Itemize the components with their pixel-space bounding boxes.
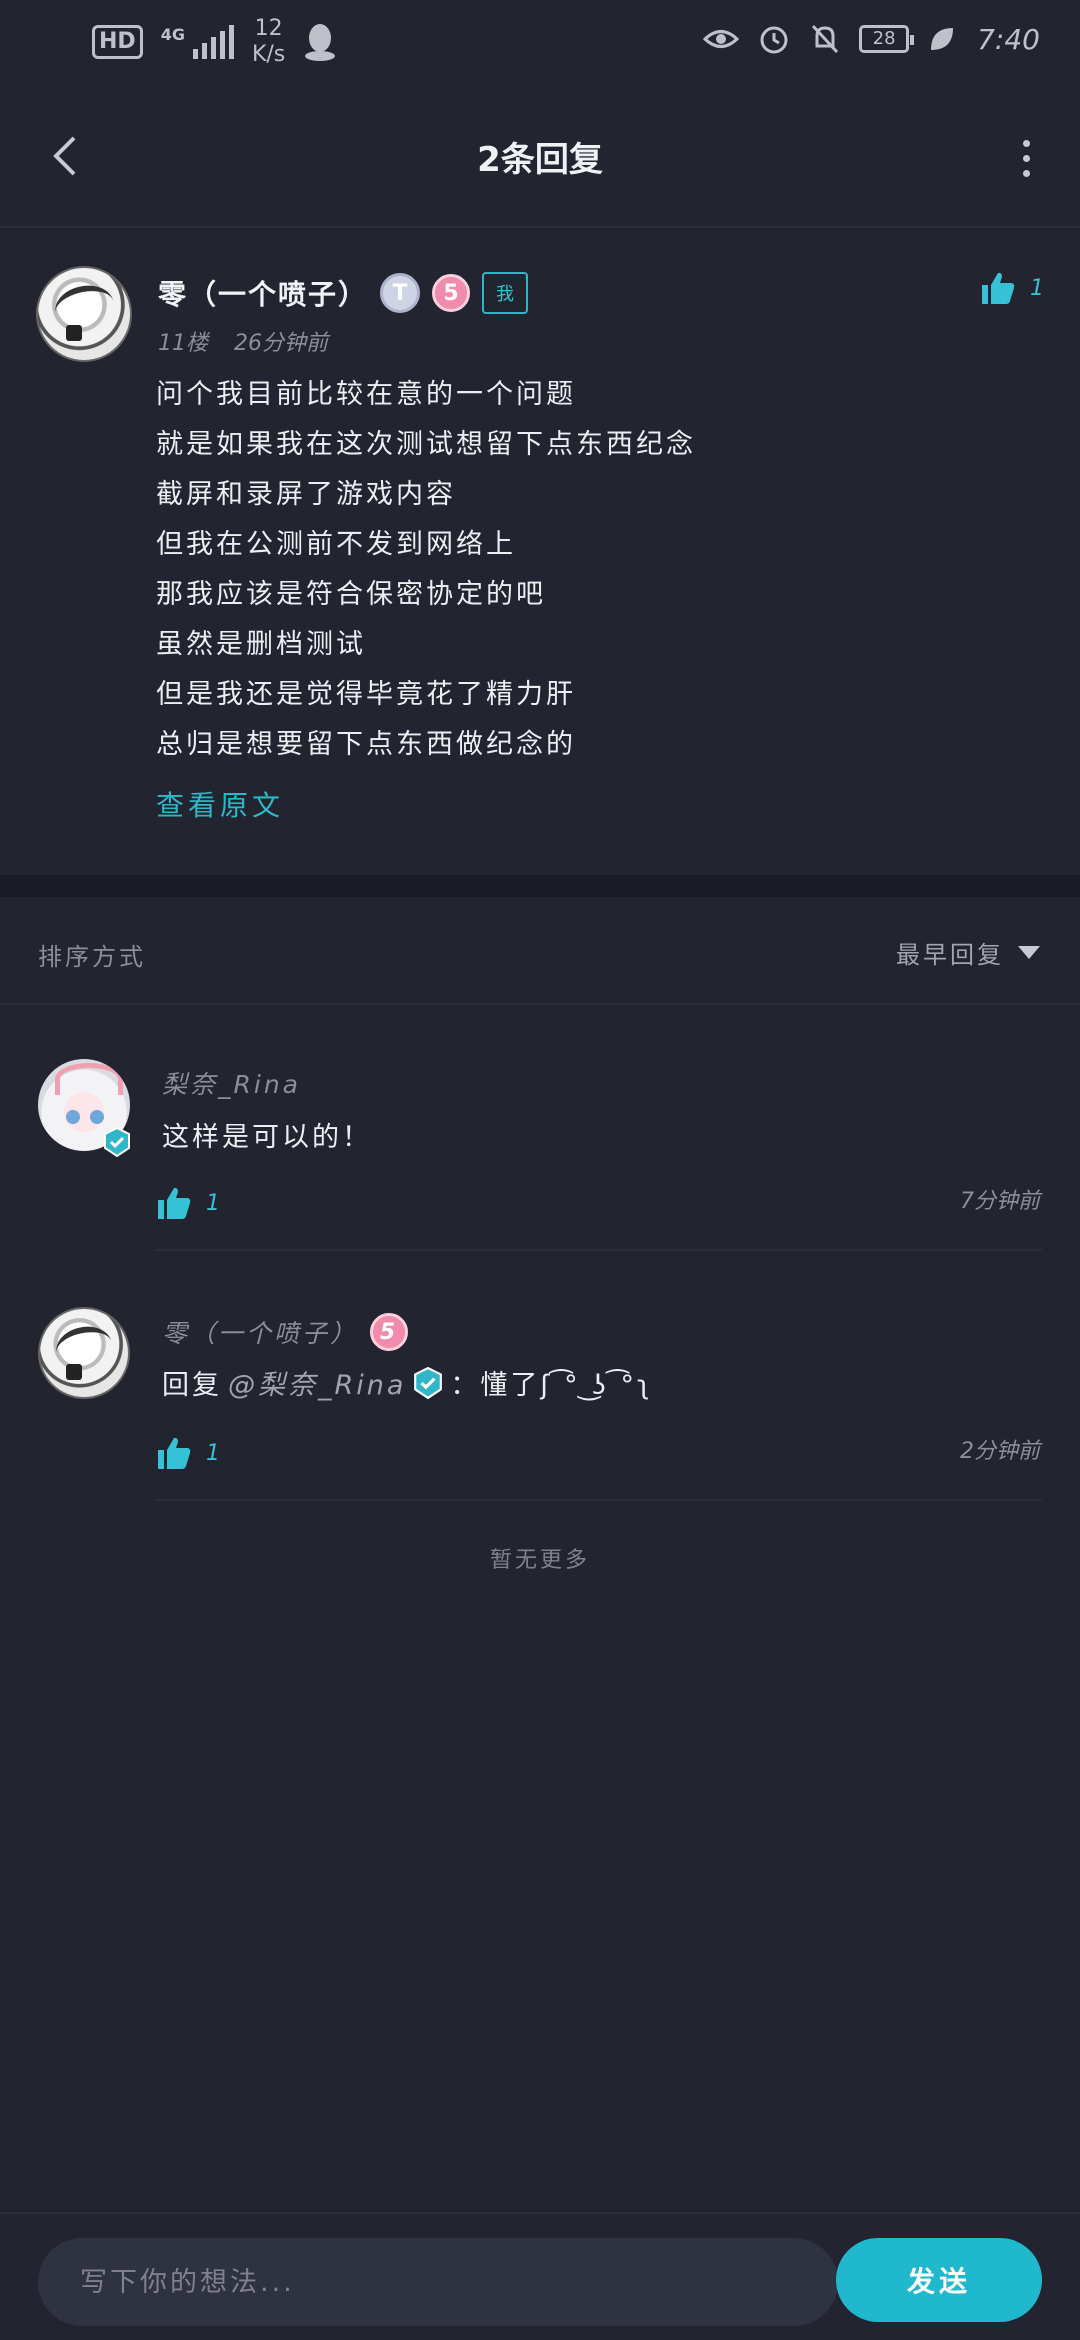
speed-value: 12 <box>254 16 283 41</box>
reply-like-button[interactable]: 1 <box>156 1185 220 1221</box>
post-line: 问个我目前比较在意的一个问题 <box>156 379 576 410</box>
reply-prefix: 回复 <box>162 1370 222 1401</box>
eye-icon <box>703 30 740 48</box>
post-line: 虽然是删档测试 <box>156 629 366 660</box>
caret-down-icon <box>1018 946 1040 959</box>
leaf-icon <box>931 28 954 50</box>
send-button[interactable]: 发送 <box>836 2238 1042 2322</box>
sort-bar: 排序方式 最早回复 <box>0 897 1080 1005</box>
reply-text: 这样是可以的！ <box>162 1115 372 1154</box>
status-bar: HD 4G 12 K/s 28 7:40 <box>0 0 1080 88</box>
more-options-button[interactable] <box>996 128 1056 188</box>
thumbs-up-icon <box>156 1435 192 1471</box>
level-badge-icon: 5 <box>432 274 471 312</box>
network-speed: 12 K/s <box>252 16 285 68</box>
page-title: 2条回复 <box>477 140 603 180</box>
me-badge: 我 <box>482 272 529 314</box>
reply-username-text: 零（一个喷子） <box>162 1319 359 1348</box>
reply-like-count: 1 <box>206 1190 220 1216</box>
reply-text-content: ：懂了ʃ ͡° ͜ʖ ͡°ʅ <box>450 1370 653 1401</box>
clock: 7:40 <box>977 22 1040 56</box>
verified-icon <box>414 1366 443 1399</box>
post-line: 截屏和录屏了游戏内容 <box>156 479 456 510</box>
mute-bell-icon <box>812 24 839 54</box>
speed-unit: K/s <box>251 42 286 67</box>
thumbs-up-icon <box>980 270 1016 306</box>
post-line: 但是我还是觉得毕竟花了精力肝 <box>156 679 576 710</box>
post-line: 就是如果我在这次测试想留下点东西纪念 <box>156 429 696 460</box>
sort-selected: 最早回复 <box>896 941 1004 969</box>
badge-t-icon: T <box>380 273 421 313</box>
reply-item: 梨奈_Rina 这样是可以的！ 1 7分钟前 <box>0 1005 1080 1251</box>
reply-composer: 发送 <box>0 2212 1080 2340</box>
post-meta: 11楼 26分钟前 <box>158 325 328 357</box>
sort-dropdown[interactable]: 最早回复 <box>896 935 1040 970</box>
divider <box>156 1249 1042 1251</box>
app-header: 2条回复 <box>0 88 1080 228</box>
more-dot-icon <box>1022 169 1030 177</box>
reply-item: 零（一个喷子） 5 回复 @梨奈_Rina ：懂了ʃ ͡° ͜ʖ ͡°ʅ 1 2… <box>0 1253 1080 1501</box>
reply-like-count: 1 <box>206 1440 220 1466</box>
post-line: 总归是想要留下点东西做纪念的 <box>156 729 576 760</box>
post-like-count: 1 <box>1030 275 1044 301</box>
level-badge-icon: 5 <box>370 1313 409 1351</box>
avatar[interactable] <box>36 266 132 362</box>
post-author-row: 零（一个喷子） T 5 我 <box>158 272 529 314</box>
hd-icon: HD <box>92 25 143 59</box>
more-dot-icon <box>1022 139 1030 147</box>
post-line: 但我在公测前不发到网络上 <box>156 529 516 560</box>
battery-icon: 28 <box>859 25 915 53</box>
post-floor: 11楼 <box>158 331 208 356</box>
reply-like-button[interactable]: 1 <box>156 1435 220 1471</box>
verified-icon <box>104 1127 130 1157</box>
qq-icon <box>305 24 336 61</box>
signal-icon: 4G <box>161 25 234 59</box>
mention-link[interactable]: @梨奈_Rina <box>228 1363 406 1402</box>
reply-time: 7分钟前 <box>960 1189 1040 1214</box>
reply-username[interactable]: 梨奈_Rina <box>162 1065 301 1101</box>
post-line: 那我应该是符合保密协定的吧 <box>156 579 546 610</box>
post-username[interactable]: 零（一个喷子） <box>158 273 368 313</box>
network-type: 4G <box>160 25 185 44</box>
thumbs-up-icon <box>156 1185 192 1221</box>
status-bar-right: 28 7:40 <box>703 22 1040 56</box>
comment-input-wrapper <box>38 2238 838 2326</box>
reply-username[interactable]: 零（一个喷子） 5 <box>162 1313 409 1351</box>
status-bar-left: HD 4G 12 K/s <box>92 16 337 68</box>
no-more-text: 暂无更多 <box>489 1548 590 1573</box>
view-original-link[interactable]: 查看原文 <box>156 784 284 824</box>
avatar[interactable] <box>38 1307 130 1399</box>
sort-label: 排序方式 <box>38 943 146 971</box>
post-content: 问个我目前比较在意的一个问题 就是如果我在这次测试想留下点东西纪念 截屏和录屏了… <box>156 370 1036 770</box>
reply-username-text: 梨奈_Rina <box>162 1070 301 1099</box>
post-like-button[interactable]: 1 <box>980 270 1044 306</box>
divider <box>156 1499 1042 1501</box>
reply-time: 2分钟前 <box>960 1439 1040 1464</box>
reply-text-content: 这样是可以的！ <box>162 1122 372 1153</box>
alarm-icon <box>760 26 788 54</box>
original-post: 零（一个喷子） T 5 我 1 11楼 26分钟前 问个我目前比较在意的一个问题… <box>0 230 1080 875</box>
post-time: 26分钟前 <box>234 331 328 356</box>
reply-text: 回复 @梨奈_Rina ：懂了ʃ ͡° ͜ʖ ͡°ʅ <box>162 1363 652 1402</box>
comment-input[interactable] <box>38 2238 838 2326</box>
more-dot-icon <box>1022 154 1030 162</box>
section-divider <box>0 875 1080 897</box>
